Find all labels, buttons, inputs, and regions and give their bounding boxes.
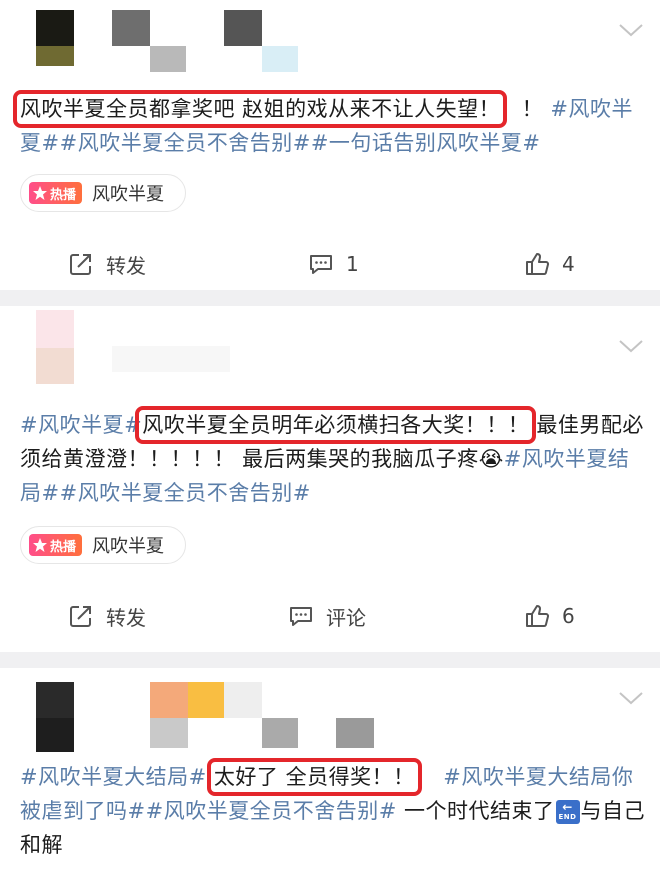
username-blur <box>336 718 374 748</box>
thumbs-up-icon <box>526 253 550 275</box>
avatar <box>36 348 74 384</box>
chevron-down-icon[interactable] <box>618 690 644 706</box>
username-blur <box>150 718 188 748</box>
post-separator <box>0 652 660 668</box>
highlighted-text: 风吹半夏全员都拿奖吧 赵姐的戏从来不让人失望！ <box>12 90 508 128</box>
avatar[interactable] <box>36 310 74 348</box>
highlighted-text: 风吹半夏全员明年必须横扫各大奖！！！ <box>135 406 537 444</box>
hashtag-link[interactable]: #一句话告别风吹半夏# <box>311 131 541 155</box>
thumbs-up-icon <box>526 605 550 627</box>
hot-topic-label: 风吹半夏 <box>92 536 165 557</box>
username-blur[interactable] <box>112 10 150 46</box>
post-text: #风吹半夏大结局# 太好了 全员得奖！！！ #风吹半夏大结局你被虐到了吗##风吹… <box>20 758 645 857</box>
username-blur <box>262 46 298 72</box>
hot-topic-chip[interactable]: 热播 风吹半夏 <box>20 174 186 212</box>
post-text: 风吹半夏全员都拿奖吧 赵姐的戏从来不让人失望！！！ #风吹半夏##风吹半夏全员不… <box>12 90 633 155</box>
end-arrow-icon: ← END <box>555 800 580 824</box>
post-text: #风吹半夏#风吹半夏全员明年必须横扫各大奖！！！ 最佳男配必须给黄澄澄！！！！！… <box>20 406 644 505</box>
username-blur <box>224 682 262 718</box>
chevron-down-icon[interactable] <box>618 338 644 354</box>
hashtag-link[interactable]: #风吹半夏全员不舍告别# <box>146 799 397 823</box>
username-blur <box>150 682 188 718</box>
username-blur <box>188 682 224 718</box>
hashtag-link[interactable]: #风吹半夏大结局# <box>20 765 207 789</box>
post-1: 风吹半夏全员都拿奖吧 赵姐的戏从来不让人失望！！！ #风吹半夏##风吹半夏全员不… <box>0 0 660 290</box>
like-button[interactable]: 6 <box>524 596 575 636</box>
hashtag-link[interactable]: #风吹半夏全员不舍告别# <box>60 481 311 505</box>
hot-badge: 热播 <box>29 534 83 556</box>
username-blur <box>150 46 186 72</box>
crying-emoji-icon: 😭 <box>478 447 504 471</box>
action-bar: 转发 1 4 <box>0 244 660 284</box>
hashtag-link[interactable]: #风吹半夏全员不舍告别# <box>60 131 311 155</box>
repost-icon <box>70 606 91 627</box>
repost-button[interactable]: 转发 <box>68 244 146 284</box>
avatar <box>36 718 74 752</box>
post-2: #风吹半夏#风吹半夏全员明年必须横扫各大奖！！！ 最佳男配必须给黄澄澄！！！！！… <box>0 306 660 652</box>
star-icon <box>32 537 48 553</box>
star-icon <box>32 185 48 201</box>
hot-badge: 热播 <box>29 182 83 204</box>
avatar[interactable] <box>36 10 74 46</box>
post-separator <box>0 290 660 306</box>
chevron-down-icon[interactable] <box>618 22 644 38</box>
username-blur <box>112 346 230 372</box>
action-bar: 转发 评论 6 <box>0 596 660 636</box>
comment-icon <box>290 607 312 626</box>
comment-button[interactable]: 评论 <box>288 596 366 636</box>
hashtag-link[interactable]: #风吹半夏# <box>20 413 142 437</box>
comment-icon <box>310 255 332 274</box>
highlighted-text: 太好了 全员得奖！！ <box>206 758 422 796</box>
repost-icon <box>70 254 91 275</box>
hot-topic-label: 风吹半夏 <box>92 184 165 205</box>
like-button[interactable]: 4 <box>524 244 575 284</box>
repost-button[interactable]: 转发 <box>68 596 146 636</box>
avatar[interactable] <box>36 682 74 718</box>
hot-topic-chip[interactable]: 热播 风吹半夏 <box>20 526 186 564</box>
username-blur <box>224 10 262 46</box>
username-blur <box>262 718 298 748</box>
avatar <box>36 46 74 66</box>
comment-button[interactable]: 1 <box>308 244 359 284</box>
post-3: #风吹半夏大结局# 太好了 全员得奖！！！ #风吹半夏大结局你被虐到了吗##风吹… <box>0 668 660 870</box>
